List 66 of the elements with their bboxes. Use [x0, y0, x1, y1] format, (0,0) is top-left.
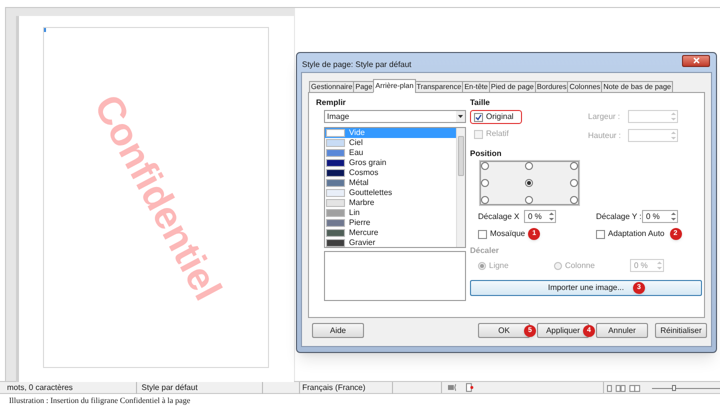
spin-field[interactable] [628, 129, 678, 142]
bitmap-list-item[interactable]: Eau [325, 148, 456, 158]
bitmap-list-item[interactable]: Gros grain [325, 158, 456, 168]
spin-field[interactable] [628, 110, 678, 123]
spinner-arrows-icon [670, 111, 677, 122]
radio-button[interactable] [481, 162, 489, 170]
radio-button[interactable] [525, 179, 534, 187]
radio-button[interactable] [570, 162, 578, 170]
page-view-icons[interactable] [606, 384, 642, 392]
zoom-slider[interactable] [652, 384, 720, 392]
page-style[interactable]: Style par défaut [136, 382, 264, 394]
checkbox-label: Mosaïque [490, 228, 526, 240]
spin-field[interactable]: 0 % [642, 210, 678, 223]
zoom-thumb[interactable] [672, 384, 676, 390]
section-heading: Position [470, 148, 503, 158]
bitmap-list[interactable]: Vide Ciel Eau Gros grain Cosmos Métal Gouttelettes Marbre Lin Pierre Mercure Gravier [324, 127, 466, 248]
radio-button[interactable] [525, 196, 534, 204]
bitmap-list-item[interactable]: Cosmos [325, 168, 456, 178]
selection-mode-icon[interactable] [448, 384, 456, 391]
language[interactable]: Français (France) [299, 382, 393, 394]
bitmap-list-item[interactable]: Métal [325, 178, 456, 188]
radio-button[interactable] [525, 162, 534, 170]
bitmap-list-item[interactable]: Gouttelettes [325, 188, 456, 198]
text-cursor [44, 28, 46, 32]
checkmark-icon [475, 114, 482, 120]
dialog-button[interactable]: Annuler [596, 323, 648, 338]
checkbox[interactable] [478, 230, 487, 238]
section-heading: Décaler [470, 245, 500, 255]
spinner-arrows-icon [670, 130, 677, 141]
close-button[interactable] [682, 54, 710, 66]
radio-label: Ligne [489, 260, 509, 272]
spinner-arrows-icon [548, 211, 555, 222]
radio-button[interactable] [570, 196, 578, 204]
field-label: Décalage X [478, 210, 520, 222]
radio-label: Colonne [565, 260, 595, 272]
checkbox[interactable] [596, 230, 605, 238]
bitmap-list-item[interactable]: Mercure [325, 228, 456, 238]
field-label: Hauteur : [588, 130, 622, 142]
section-heading: Taille [470, 97, 491, 107]
bitmap-list-item[interactable]: Pierre [325, 218, 456, 228]
figure-caption: Illustration : Insertion du filigrane Confidentiel à la page [8, 395, 192, 407]
field-label: Décalage Y : [596, 210, 642, 222]
dialog-button[interactable]: Réinitialiser [655, 323, 707, 338]
spinner-arrows-icon [670, 211, 677, 222]
window-title: Style de page: Style par défaut [302, 58, 412, 70]
checkbox-label: Relatif [486, 128, 509, 140]
dialog-button[interactable]: Aide [312, 323, 364, 338]
section-heading: Remplir [316, 97, 347, 107]
checkbox-label: Adaptation Auto [608, 228, 664, 240]
bitmap-list-item[interactable]: Ciel [325, 138, 456, 148]
original-checkbox[interactable]: Original [470, 110, 522, 124]
spinner-arrows-icon [656, 260, 663, 271]
word-count: mots, 0 caractères [0, 382, 137, 394]
bitmap-list-item[interactable]: Marbre [325, 198, 456, 208]
spin-field[interactable]: 0 % [524, 210, 556, 223]
bitmap-list-item[interactable]: Gravier [325, 238, 456, 247]
checkbox[interactable] [474, 112, 483, 122]
radio-button[interactable] [481, 179, 489, 187]
fill-type-dropdown[interactable]: Image [324, 110, 466, 123]
scrollbar[interactable] [456, 128, 465, 247]
close-icon [692, 57, 700, 64]
field-label: Largeur : [588, 110, 622, 122]
radio-button[interactable] [570, 179, 578, 187]
bitmap-list-item[interactable]: Lin [325, 208, 456, 218]
document-modified-icon[interactable] [466, 383, 474, 392]
radio-button[interactable] [481, 196, 489, 204]
